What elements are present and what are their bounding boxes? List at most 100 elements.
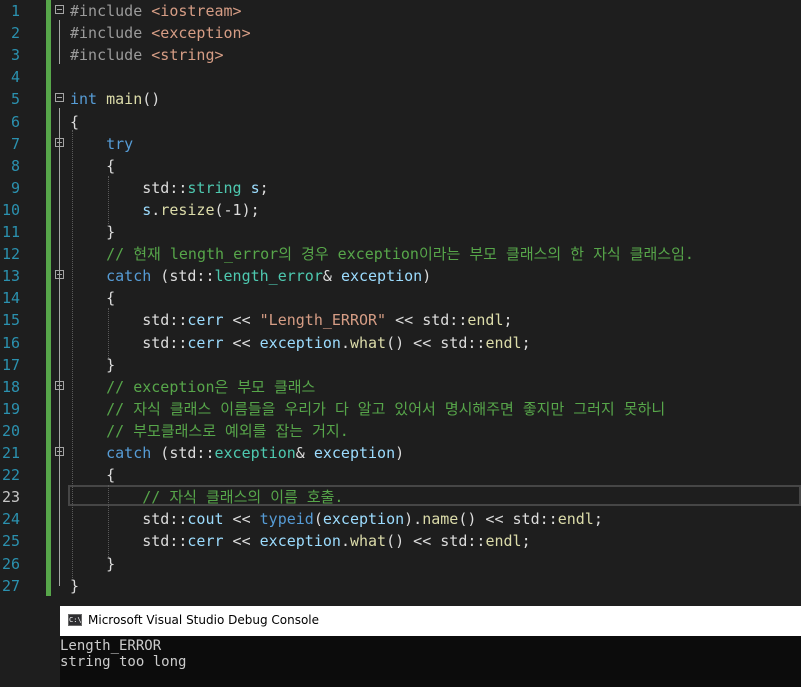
code-line[interactable]: 17 } <box>0 354 801 376</box>
code-line[interactable]: 10 s.resize(-1); <box>0 199 801 221</box>
line-number: 9 <box>10 178 20 197</box>
code-token: length_error <box>214 267 323 286</box>
code-line[interactable]: 15 std::cerr << "Length_ERROR" << std::e… <box>0 309 801 331</box>
code-line[interactable]: 6{ <box>0 111 801 133</box>
code-text: // 부모클래스로 예외를 잡는 거지. <box>70 420 349 442</box>
line-number: 2 <box>10 24 20 43</box>
code-token: std:: <box>70 510 188 529</box>
code-token: () << std:: <box>458 510 558 529</box>
code-line[interactable]: 1 #include <iostream> <box>0 0 801 22</box>
code-line[interactable]: 7 try <box>0 133 801 155</box>
indent-guide <box>108 176 109 226</box>
code-text: std::string s; <box>70 177 269 199</box>
code-token: (-1); <box>214 200 260 219</box>
line-number: 20 <box>1 421 20 440</box>
line-number: 24 <box>1 510 20 529</box>
code-token: exception <box>313 444 396 462</box>
code-line[interactable]: 26 } <box>0 553 801 575</box>
code-line[interactable]: 3 #include <string> <box>0 44 801 66</box>
code-editor[interactable]: 1 #include <iostream> 2 #include <exception… <box>0 0 801 600</box>
code-token: #include <box>70 46 152 65</box>
code-token: #include <box>70 2 152 20</box>
code-token: ) <box>422 267 432 286</box>
code-line[interactable]: 24 std::cout << typeid(exception).name()… <box>0 508 801 530</box>
code-token: s <box>250 178 260 197</box>
code-token: & <box>295 444 314 462</box>
console-title-bar[interactable]: C:\ Microsoft Visual Studio Debug Consol… <box>60 606 801 636</box>
code-token: // 현재 length_error의 경우 exception이라는 부모 클… <box>106 245 694 264</box>
line-number: 27 <box>1 576 20 595</box>
code-token: endl <box>485 532 522 551</box>
code-line[interactable]: 13 catch (std::length_error& exception) <box>0 265 801 287</box>
code-token: ( <box>313 510 323 529</box>
code-token: <iostream> <box>151 2 242 20</box>
code-token: . <box>340 532 350 551</box>
code-line[interactable]: 16 std::cerr << exception.what() << std:… <box>0 332 801 354</box>
code-token: ; <box>259 178 269 197</box>
code-line[interactable]: 25 std::cerr << exception.what() << std:… <box>0 530 801 552</box>
code-line[interactable]: 22 { <box>0 464 801 486</box>
line-number: 13 <box>1 267 20 286</box>
line-number: 3 <box>10 46 20 65</box>
debug-console-window[interactable]: C:\ Microsoft Visual Studio Debug Consol… <box>60 606 801 687</box>
line-number: 18 <box>1 377 20 396</box>
code-line[interactable]: 2 #include <exception> <box>0 22 801 44</box>
code-token: string <box>187 178 242 197</box>
code-token: ; <box>593 510 603 529</box>
code-token: << <box>223 532 260 551</box>
code-token: { <box>70 156 116 175</box>
code-line[interactable]: 19 // 자식 클래스 이름들을 우리가 다 알고 있어서 명시해주면 좋지만… <box>0 398 801 420</box>
code-line[interactable]: 18 // exception은 부모 클래스 <box>0 376 801 398</box>
code-line[interactable]: 14 { <box>0 287 801 309</box>
code-text: try <box>70 133 133 155</box>
code-line[interactable]: 8 { <box>0 155 801 177</box>
code-line[interactable]: 27} <box>0 575 801 597</box>
code-token: . <box>340 333 350 352</box>
code-token: what <box>349 532 387 551</box>
code-token: std:: <box>70 178 188 197</box>
code-token: ). <box>404 510 423 529</box>
code-line[interactable]: 12 // 현재 length_error의 경우 exception이라는 부… <box>0 243 801 265</box>
code-token: std:: <box>70 532 188 551</box>
code-token: } <box>70 355 116 374</box>
line-number: 22 <box>1 466 20 485</box>
fold-toggle-icon[interactable] <box>55 5 64 14</box>
code-line[interactable]: 5 int main() <box>0 88 801 110</box>
console-output-line: string too long <box>60 654 187 670</box>
code-token: (std:: <box>151 267 215 286</box>
code-token: { <box>70 466 116 485</box>
code-token: { <box>70 289 116 308</box>
code-token: exception <box>322 510 405 529</box>
code-token: exception <box>259 532 341 551</box>
code-text: #include <string> <box>70 44 224 66</box>
code-token: << std:: <box>386 311 468 330</box>
fold-toggle-icon[interactable] <box>55 93 64 103</box>
code-text: std::cout << typeid(exception).name() <<… <box>70 508 603 530</box>
code-token: <exception> <box>151 24 251 43</box>
code-line[interactable]: 20 // 부모클래스로 예외를 잡는 거지. <box>0 420 801 442</box>
code-text: catch (std::length_error& exception) <box>70 265 431 287</box>
code-token: typeid <box>259 510 314 529</box>
line-number: 7 <box>10 134 20 153</box>
code-token: () << std:: <box>386 333 486 352</box>
code-token: // 부모클래스로 예외를 잡는 거지. <box>106 421 349 440</box>
code-line[interactable]: 4 <box>0 66 801 88</box>
code-token: std:: <box>70 311 188 330</box>
line-number: 15 <box>1 311 20 330</box>
line-number: 25 <box>1 532 20 551</box>
line-number: 19 <box>1 399 20 418</box>
console-app-icon: C:\ <box>68 614 82 626</box>
code-token: ; <box>521 333 531 352</box>
code-token: catch <box>106 444 152 462</box>
code-line[interactable]: 11 } <box>0 221 801 243</box>
current-line-highlight <box>68 485 801 506</box>
code-line[interactable]: 21 catch (std::exception& exception) <box>0 442 801 464</box>
code-line[interactable]: 9 std::string s; <box>0 177 801 199</box>
code-token: cerr <box>187 311 224 330</box>
code-token: (std:: <box>151 444 215 462</box>
code-text: { <box>70 464 115 486</box>
